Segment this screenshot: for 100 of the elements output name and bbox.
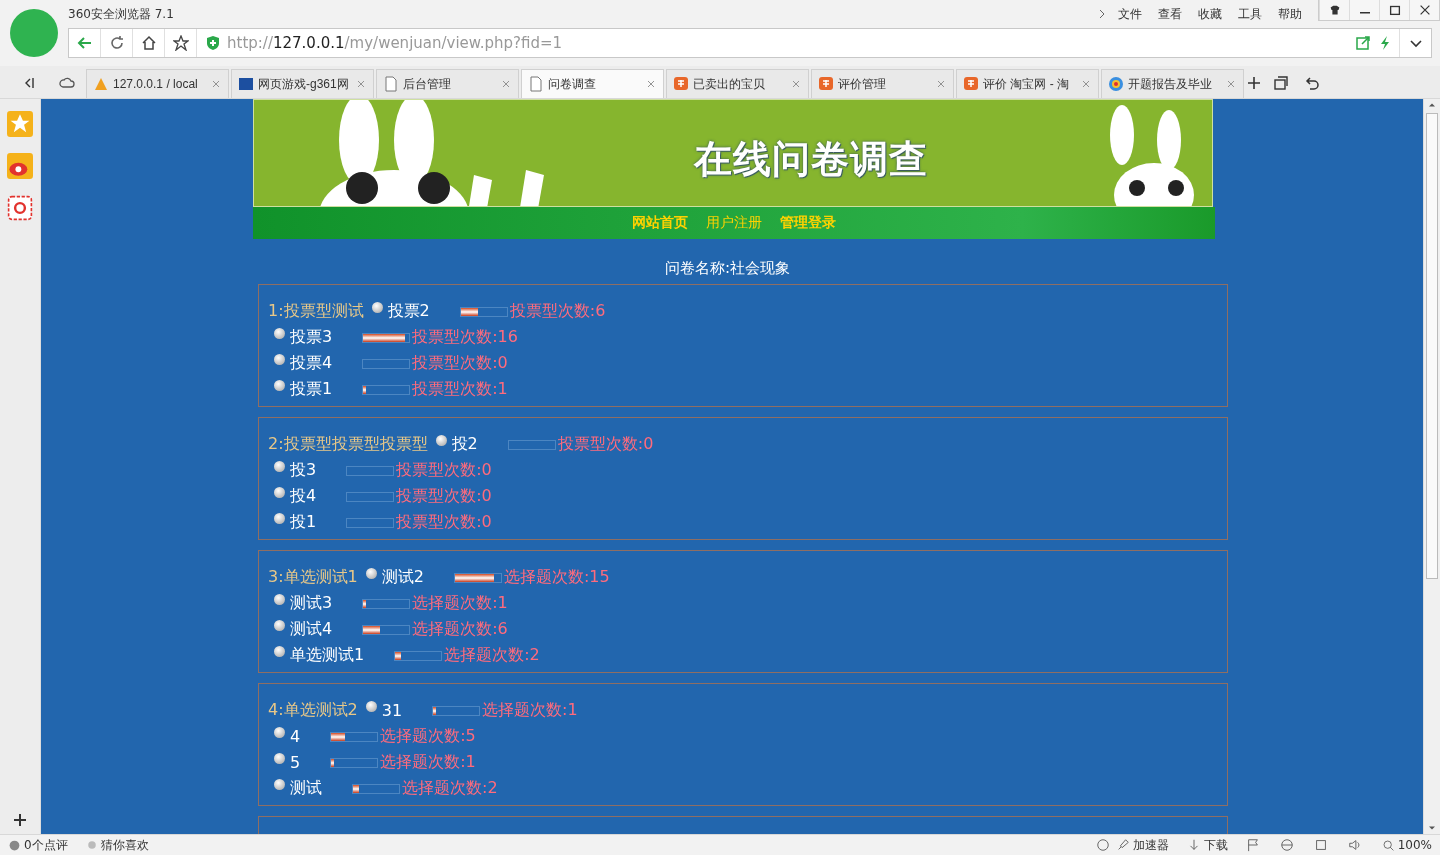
radio-button[interactable]: [274, 619, 285, 631]
vote-count: 选择题次数:2: [444, 645, 540, 667]
windows-icon: [1273, 75, 1289, 91]
option-label: 测试2: [381, 567, 424, 589]
question-title: 4:单选测试2: [268, 700, 358, 722]
option-label: 4: [290, 727, 301, 747]
minimize-icon: [1359, 12, 1370, 14]
status-text[interactable]: 猜你喜欢: [100, 836, 149, 854]
browser-tab[interactable]: 评价 淘宝网 - 淘: [956, 69, 1099, 98]
shop-icon: [818, 76, 834, 92]
option-label: 投4: [290, 486, 317, 508]
browser-tab[interactable]: 评价管理: [811, 69, 954, 98]
dot-icon: [85, 839, 98, 851]
option-label: 投3: [290, 460, 317, 482]
radio-button[interactable]: [371, 301, 383, 313]
radio-button[interactable]: [274, 512, 285, 524]
close-icon[interactable]: [645, 78, 657, 90]
question-title: 3:单选测试1: [268, 567, 358, 589]
option-label: 测试: [290, 778, 322, 800]
browser-tab[interactable]: 问卷调查: [521, 69, 664, 98]
browser-tab[interactable]: 网页游戏-g361网: [231, 69, 374, 98]
vote-count: 投票型次数:0: [396, 512, 492, 534]
close-icon[interactable]: [1225, 78, 1237, 90]
menu-item[interactable]: 查看: [1150, 5, 1190, 23]
radio-button[interactable]: [274, 486, 285, 498]
option-label: 31: [381, 701, 403, 721]
option-label: 投票2: [387, 301, 430, 323]
vote-bar-track: [362, 358, 411, 369]
radio-button[interactable]: [365, 567, 377, 579]
menu-item[interactable]: 工具: [1230, 5, 1270, 23]
zoom-icon: [1381, 838, 1395, 852]
browser-tab[interactable]: 后台管理: [376, 69, 519, 98]
back-arrow-icon: [76, 35, 93, 51]
vote-count: 投票型次数:0: [557, 434, 654, 456]
share-icon[interactable]: [1355, 35, 1371, 51]
close-icon[interactable]: [500, 78, 512, 90]
radio-button[interactable]: [274, 778, 285, 790]
add-icon[interactable]: [12, 812, 28, 828]
window-icon[interactable]: [1313, 838, 1328, 852]
vote-count: 投票型次数:0: [396, 460, 492, 482]
shield-icon: [205, 35, 221, 51]
shop-icon: [673, 76, 689, 92]
accelerator-button[interactable]: 加速器: [1132, 836, 1169, 854]
browser-tab[interactable]: 开题报告及毕业: [1101, 69, 1244, 98]
vote-count: 选择题次数:1: [482, 700, 578, 722]
vote-count: 选择题次数:2: [402, 778, 498, 800]
browser-tab[interactable]: 已卖出的宝贝: [666, 69, 809, 98]
vote-count: 选择题次数:6: [412, 619, 508, 641]
vote-count: 投票型次数:16: [412, 327, 518, 349]
close-icon[interactable]: [355, 78, 367, 90]
vote-bar-track: [507, 439, 556, 450]
radio-button[interactable]: [435, 434, 447, 446]
window-title: 360安全浏览器 7.1: [68, 5, 174, 23]
menu-item[interactable]: 收藏: [1190, 5, 1230, 23]
vote-count: 选择题次数:15: [503, 567, 610, 589]
undo-icon: [1304, 75, 1320, 91]
banner-title: 在线问卷调查: [694, 136, 928, 183]
vote-count: 选择题次数:1: [412, 593, 508, 615]
vote-count: 投票型次数:0: [412, 353, 508, 375]
option-label: 投票3: [290, 327, 333, 349]
option-label: 5: [290, 753, 301, 773]
radio-button[interactable]: [274, 460, 285, 472]
star-icon: [172, 35, 189, 51]
radio-button[interactable]: [274, 752, 285, 764]
address-field[interactable]: http://127.0.0.1/my/wenjuan/view.php?fid=1: [227, 34, 563, 52]
option-label: 投1: [290, 512, 317, 534]
zoom-level[interactable]: 100%: [1397, 838, 1432, 852]
radio-button[interactable]: [274, 379, 285, 391]
option-label: 投票1: [290, 379, 333, 401]
close-icon[interactable]: [210, 78, 222, 90]
close-icon[interactable]: [790, 78, 802, 90]
vote-bar-track: [346, 465, 395, 476]
menu-item[interactable]: 文件: [1110, 5, 1150, 23]
radio-button[interactable]: [365, 700, 377, 712]
radio-button[interactable]: [274, 593, 285, 605]
radio-button[interactable]: [274, 327, 285, 339]
speaker-icon[interactable]: [1347, 838, 1362, 852]
option-label: 投票4: [290, 353, 333, 375]
vote-count: 选择题次数:1: [380, 752, 476, 774]
option-label: 投2: [451, 434, 478, 456]
scrollbar-thumb[interactable]: [1426, 113, 1438, 579]
option-label: 测试3: [290, 593, 333, 615]
radio-button[interactable]: [274, 353, 285, 365]
home-icon: [140, 35, 157, 51]
reload-icon: [108, 35, 125, 51]
radio-button[interactable]: [274, 726, 285, 738]
status-text[interactable]: 0个点评: [24, 836, 68, 854]
shop-icon: [963, 76, 979, 92]
close-icon[interactable]: [935, 78, 947, 90]
menu-item[interactable]: 帮助: [1270, 5, 1310, 23]
question-title: 1:投票型测试: [268, 301, 364, 323]
radio-button[interactable]: [274, 645, 285, 657]
close-icon[interactable]: [1080, 78, 1092, 90]
vote-bar-track: [346, 491, 395, 502]
browser-tab[interactable]: 127.0.0.1 / local: [86, 69, 229, 98]
flag-icon[interactable]: [1245, 838, 1260, 852]
vote-bar-track: [346, 517, 395, 528]
vote-count: 投票型次数:6: [509, 301, 606, 323]
option-label: 测试4: [290, 619, 333, 641]
download-button[interactable]: 下载: [1203, 836, 1228, 854]
